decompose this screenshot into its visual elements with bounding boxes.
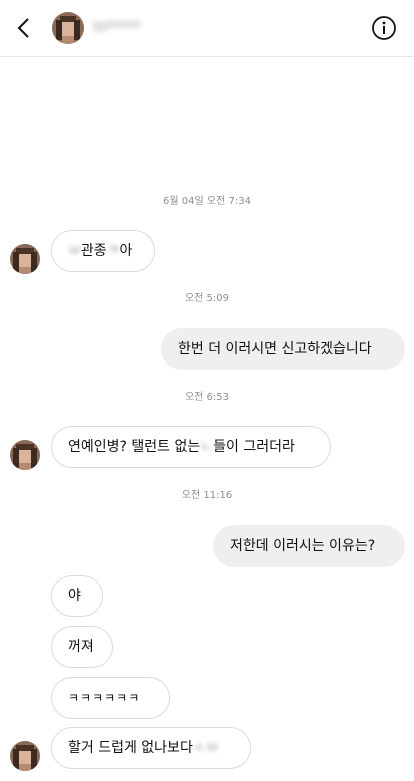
message-text: 꺼져 bbox=[68, 639, 94, 655]
timestamp: 오전 11:16 bbox=[181, 490, 233, 501]
message-bubble-incoming[interactable]: 꺼져 bbox=[51, 626, 113, 668]
censored-text: ㅅㅂ bbox=[192, 740, 219, 756]
message-text: 한번 더 이러시면 신고하겠습니다 bbox=[178, 341, 372, 357]
message-bubble-incoming[interactable]: 할거 드럽게 없나보다 ㅅㅂ bbox=[51, 727, 251, 769]
message-bubble-incoming[interactable]: ㅋㅋㅋㅋㅋㅋ bbox=[51, 677, 170, 719]
message-bubble-incoming[interactable]: 야 bbox=[51, 575, 103, 617]
message-text: 관종 bbox=[80, 243, 107, 259]
message-bubble-incoming[interactable]: ㅂ 관종 ㅋ 아 bbox=[51, 230, 155, 272]
message-text: 연예인병? 탤런트 없는 bbox=[68, 439, 201, 455]
message-text: ㅋㅋㅋㅋㅋㅋ bbox=[68, 691, 141, 705]
message-bubble-outgoing[interactable]: 한번 더 이러시면 신고하겠습니다 bbox=[161, 328, 405, 370]
info-button[interactable] bbox=[370, 14, 398, 42]
sender-avatar[interactable] bbox=[10, 244, 40, 274]
info-circle-icon bbox=[372, 16, 396, 40]
message-bubble-outgoing[interactable]: 저한데 이러시는 이유는? bbox=[213, 525, 405, 567]
message-bubble-incoming[interactable]: 연예인병? 탤런트 없는 ㄴ 들이 그러더라 bbox=[51, 426, 331, 468]
conversation-header: tri***** bbox=[0, 0, 414, 57]
contact-name[interactable]: tri***** bbox=[94, 19, 178, 37]
contact-avatar[interactable] bbox=[52, 12, 84, 44]
sender-avatar[interactable] bbox=[10, 440, 40, 470]
back-button[interactable] bbox=[10, 13, 36, 43]
timestamp: 오전 5:09 bbox=[184, 293, 230, 304]
censored-text: ㅋ bbox=[106, 243, 120, 259]
message-text: 야 bbox=[68, 588, 81, 604]
message-text: 들이 그러더라 bbox=[213, 439, 295, 455]
chevron-left-icon bbox=[17, 18, 29, 38]
timestamp: 6월 04일 오전 7:34 bbox=[163, 196, 251, 207]
censored-text: ㅂ bbox=[68, 243, 81, 259]
message-text: 아 bbox=[119, 243, 133, 259]
message-text: 할거 드럽게 없나보다 bbox=[68, 740, 193, 756]
censored-text: ㄴ bbox=[200, 439, 214, 455]
timestamp: 오전 6:53 bbox=[184, 392, 230, 403]
message-text: 저한데 이러시는 이유는? bbox=[230, 538, 376, 554]
sender-avatar[interactable] bbox=[10, 741, 40, 771]
